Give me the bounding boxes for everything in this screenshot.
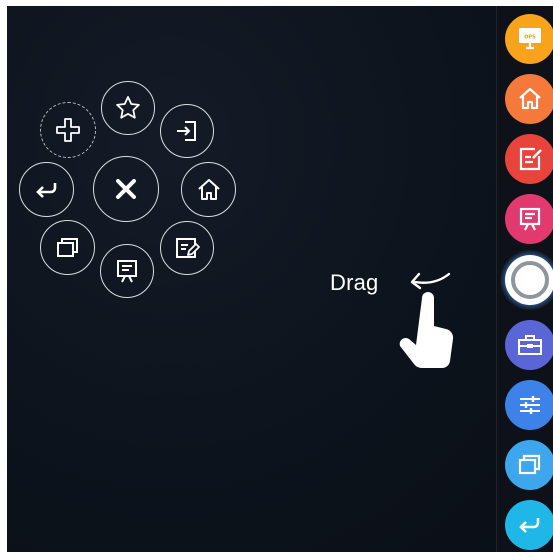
back-icon bbox=[35, 182, 56, 198]
sidebar-whiteboard-button[interactable] bbox=[505, 194, 553, 244]
whiteboard-icon bbox=[117, 260, 137, 283]
hand-pointer-icon bbox=[399, 292, 454, 369]
star-icon bbox=[116, 96, 140, 119]
radial-home-button[interactable] bbox=[181, 162, 236, 217]
ops-label: OPS bbox=[524, 35, 536, 41]
home-icon bbox=[519, 87, 541, 110]
login-icon bbox=[177, 121, 196, 141]
radial-annotate-button[interactable] bbox=[160, 221, 214, 275]
whiteboard-icon bbox=[519, 207, 541, 231]
floating-ball-inner bbox=[511, 261, 549, 299]
sidebar-ops-button[interactable]: OPS bbox=[505, 14, 553, 64]
floating-sidebar: OPS bbox=[496, 6, 553, 552]
sidebar-home-button[interactable] bbox=[505, 74, 553, 124]
sidebar-settings-button[interactable] bbox=[505, 380, 553, 430]
note-edit-icon bbox=[519, 147, 542, 171]
drag-hint-label: Drag bbox=[330, 270, 379, 295]
curved-arrow-icon bbox=[410, 272, 451, 290]
sidebar-note-button[interactable] bbox=[505, 134, 553, 184]
back-icon bbox=[519, 518, 540, 533]
windows-icon bbox=[518, 454, 541, 475]
radial-close-button[interactable] bbox=[93, 156, 159, 222]
ops-monitor-icon: OPS bbox=[519, 28, 541, 50]
sidebar-windows-button[interactable] bbox=[505, 440, 553, 490]
close-icon bbox=[116, 179, 136, 199]
plus-icon bbox=[56, 118, 80, 142]
windows-icon bbox=[56, 237, 78, 257]
screen: Drag OPS bbox=[7, 6, 553, 552]
sidebar-toolbox-button[interactable] bbox=[505, 320, 553, 370]
radial-back-button[interactable] bbox=[19, 162, 74, 217]
radial-add-button[interactable] bbox=[40, 102, 96, 158]
home-icon bbox=[197, 178, 220, 200]
radial-whiteboard-button[interactable] bbox=[100, 244, 154, 298]
radial-windows-button[interactable] bbox=[40, 220, 95, 275]
edit-note-icon bbox=[176, 238, 200, 258]
radial-input-source-button[interactable] bbox=[160, 104, 214, 158]
floating-ball-button[interactable] bbox=[505, 255, 553, 305]
sidebar-back-button[interactable] bbox=[505, 500, 553, 550]
settings-sliders-icon bbox=[520, 396, 540, 414]
radial-favorite-button[interactable] bbox=[101, 81, 155, 135]
toolbox-icon bbox=[518, 335, 542, 355]
